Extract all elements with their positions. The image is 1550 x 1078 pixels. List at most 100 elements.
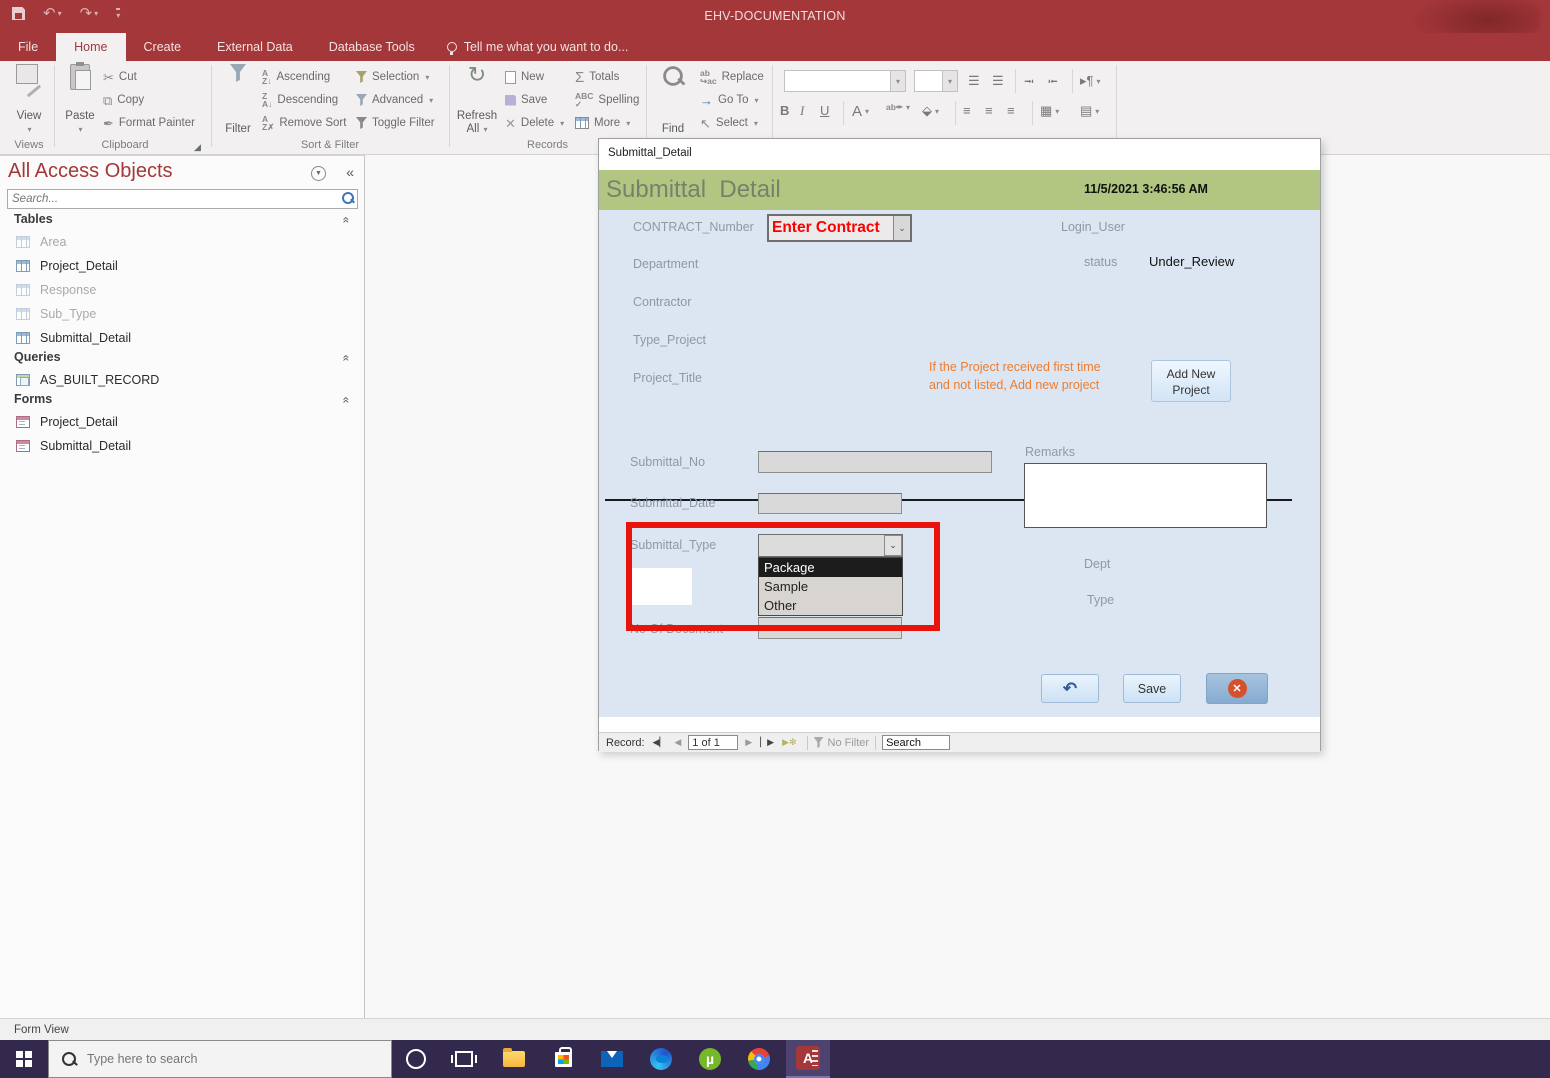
no-of-document-input[interactable]	[758, 617, 902, 639]
new-record-icon[interactable]: ▶✻	[782, 737, 796, 748]
totals-button[interactable]: ΣTotals	[575, 67, 619, 87]
utorrent-button[interactable]: µ	[688, 1040, 732, 1078]
format-painter-button[interactable]: ✒Format Painter	[103, 113, 195, 133]
submittal-type-combo[interactable]: ⌄	[758, 534, 903, 557]
nav-item-sub-type[interactable]: Sub_Type	[0, 302, 363, 325]
alternate-row-color-button[interactable]: ▤▾	[1080, 103, 1099, 119]
nav-item-area[interactable]: Area	[0, 230, 363, 253]
spelling-button[interactable]: ABC✓Spelling	[575, 90, 639, 110]
record-position-box[interactable]: 1 of 1	[688, 735, 738, 750]
close-form-button[interactable]: ✕	[1206, 673, 1268, 704]
microsoft-store-button[interactable]	[541, 1040, 585, 1078]
find-button[interactable]: Find	[652, 64, 694, 138]
nav-item-project-detail-table[interactable]: Project_Detail	[0, 254, 363, 277]
descending-button[interactable]: ZA↓Descending	[262, 90, 338, 110]
cortana-button[interactable]	[394, 1040, 438, 1078]
tell-me-box[interactable]: Tell me what you want to do...	[433, 33, 643, 61]
submittal-type-dropdown-icon[interactable]: ⌄	[884, 535, 902, 556]
font-size-combo[interactable]: ▾	[914, 70, 958, 92]
nav-item-project-detail-form[interactable]: Project_Detail	[0, 410, 363, 433]
replace-button[interactable]: ab↪acReplace	[700, 67, 764, 87]
ascending-button[interactable]: AZ↓Ascending	[262, 67, 330, 87]
nav-item-as-built-record[interactable]: AS_BUILT_RECORD	[0, 368, 363, 391]
view-button[interactable]: View▾	[6, 64, 52, 138]
no-filter-button[interactable]: No Filter	[814, 737, 870, 749]
dropdown-option-package[interactable]: Package	[759, 558, 902, 577]
chrome-button[interactable]	[737, 1040, 781, 1078]
select-button[interactable]: ↖Select▾	[700, 113, 758, 133]
mail-button[interactable]	[590, 1040, 634, 1078]
save-record-button[interactable]: Save	[505, 90, 547, 110]
access-button[interactable]: A	[786, 1040, 830, 1078]
tab-file[interactable]: File	[0, 33, 56, 61]
nav-section-forms[interactable]: Forms	[14, 392, 52, 406]
advanced-button[interactable]: Advanced▾	[356, 90, 433, 110]
tab-create[interactable]: Create	[126, 33, 200, 61]
refresh-all-button[interactable]: ↻ RefreshAll ▾	[455, 64, 499, 138]
tab-database-tools[interactable]: Database Tools	[311, 33, 433, 61]
submittal-date-input[interactable]	[758, 493, 902, 514]
dropdown-option-sample[interactable]: Sample	[759, 577, 902, 596]
selection-button[interactable]: Selection▾	[356, 67, 429, 87]
contract-dropdown-icon[interactable]: ⌄	[893, 216, 910, 240]
nav-item-response[interactable]: Response	[0, 278, 363, 301]
align-left-button[interactable]: ≡	[963, 103, 971, 118]
align-center-button[interactable]: ≡	[985, 103, 993, 118]
decrease-indent-button[interactable]: ⭰	[1048, 73, 1058, 95]
numbering-button[interactable]: ☰	[992, 73, 1004, 89]
nav-search-input[interactable]	[7, 189, 341, 209]
taskbar-search-input[interactable]	[87, 1052, 337, 1066]
start-button[interactable]	[0, 1040, 48, 1078]
new-record-button[interactable]: New	[505, 67, 544, 87]
cut-button[interactable]: ✂Cut	[103, 67, 137, 87]
form-save-button[interactable]: Save	[1123, 674, 1181, 703]
toggle-filter-button[interactable]: Toggle Filter	[356, 113, 435, 133]
nav-menu-icon[interactable]: ▼	[311, 166, 326, 181]
align-right-button[interactable]: ≡	[1007, 103, 1015, 118]
bold-button[interactable]: B	[780, 103, 789, 118]
next-record-icon[interactable]: ▶	[745, 737, 752, 748]
font-name-combo[interactable]: ▾	[784, 70, 906, 92]
copy-button[interactable]: ⧉Copy	[103, 90, 144, 110]
font-name-dropdown-icon[interactable]: ▾	[890, 71, 905, 91]
nav-search-button[interactable]	[340, 189, 358, 209]
go-to-button[interactable]: →Go To▾	[700, 90, 759, 110]
bullets-button[interactable]: ☰	[968, 73, 980, 89]
taskbar-search-box[interactable]	[48, 1040, 392, 1078]
edge-button[interactable]	[639, 1040, 683, 1078]
record-search-input[interactable]	[882, 735, 950, 750]
first-record-icon[interactable]: ◀▏	[653, 737, 667, 748]
form-tab-title[interactable]: Submittal_Detail	[608, 147, 692, 159]
collapse-queries-icon[interactable]: «	[340, 355, 354, 362]
highlight-button[interactable]: ab✒▾	[886, 103, 910, 112]
last-record-icon[interactable]: ▏▶	[760, 737, 774, 748]
delete-record-button[interactable]: ✕Delete▾	[505, 113, 564, 133]
task-view-button[interactable]	[442, 1040, 486, 1078]
shutter-close-icon[interactable]: «	[346, 164, 354, 180]
tab-home[interactable]: Home	[56, 33, 125, 61]
filter-button[interactable]: Filter	[216, 64, 260, 138]
nav-item-submittal-detail-form[interactable]: Submittal_Detail	[0, 434, 363, 457]
remarks-textarea[interactable]	[1024, 463, 1267, 528]
nav-section-queries[interactable]: Queries	[14, 350, 61, 364]
nav-item-submittal-detail-table[interactable]: Submittal_Detail	[0, 326, 363, 349]
collapse-forms-icon[interactable]: «	[340, 397, 354, 404]
fill-color-button[interactable]: ⬙▾	[922, 103, 939, 119]
remove-sort-button[interactable]: AZ✗Remove Sort	[262, 113, 346, 133]
more-button[interactable]: More▾	[575, 113, 630, 133]
paragraph-direction-button[interactable]: ▸¶▾	[1080, 73, 1101, 89]
paste-button[interactable]: Paste▾	[60, 64, 100, 138]
undo-button[interactable]: ↶	[1041, 674, 1099, 703]
contract-number-combo[interactable]: Enter Contract ⌄	[767, 214, 912, 242]
nav-section-tables[interactable]: Tables	[14, 212, 53, 226]
tab-external-data[interactable]: External Data	[199, 33, 311, 61]
font-color-button[interactable]: A▾	[852, 103, 869, 120]
submittal-no-input[interactable]	[758, 451, 992, 473]
font-size-dropdown-icon[interactable]: ▾	[942, 71, 957, 91]
increase-indent-button[interactable]: ⭲	[1024, 73, 1034, 95]
add-new-project-button[interactable]: Add New Project	[1151, 360, 1231, 402]
gridlines-button[interactable]: ▦▾	[1040, 103, 1059, 119]
clipboard-dialog-launcher[interactable]: ◢	[194, 137, 201, 157]
previous-record-icon[interactable]: ◀	[674, 737, 681, 748]
italic-button[interactable]: I	[800, 103, 804, 119]
